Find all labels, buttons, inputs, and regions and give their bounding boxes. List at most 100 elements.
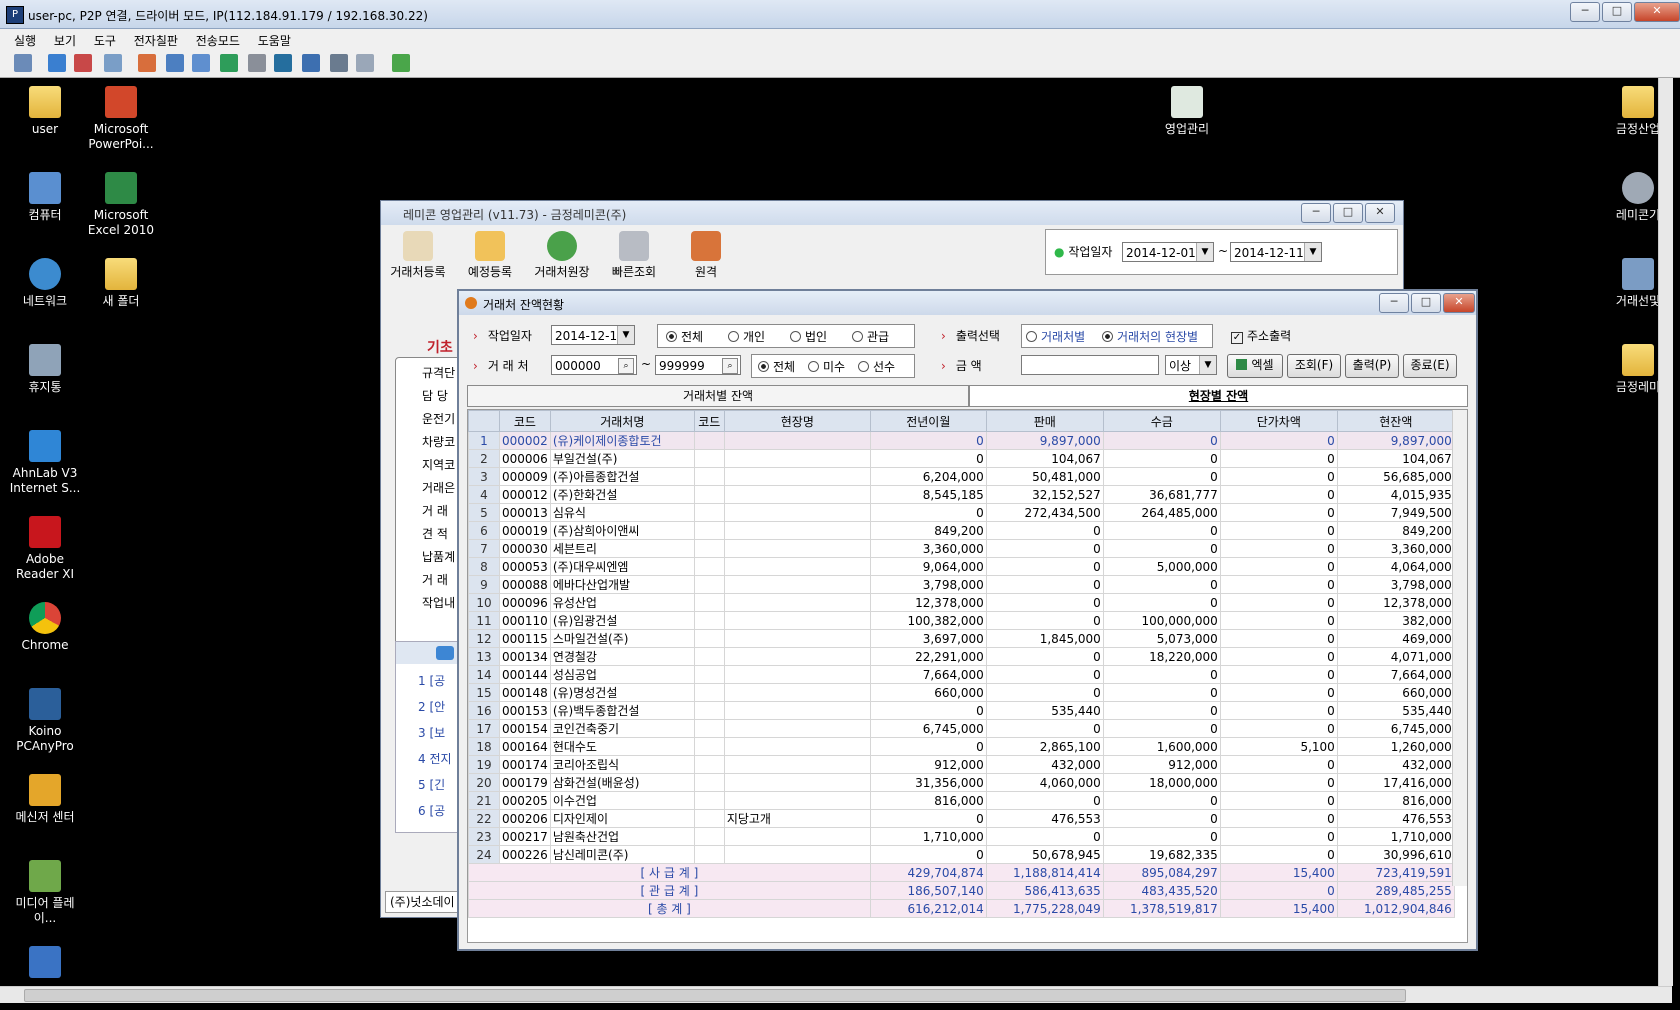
column-header[interactable]: 단가차액: [1219, 410, 1338, 432]
row-number-cell[interactable]: 15: [468, 683, 500, 702]
table-cell[interactable]: 현대수도: [549, 737, 695, 756]
grid-vertical-scrollbar[interactable]: [1452, 410, 1467, 886]
table-cell[interactable]: [693, 521, 725, 540]
row-number-cell[interactable]: 5: [468, 503, 500, 522]
table-cell[interactable]: 7,664,000: [869, 665, 987, 684]
table-cell[interactable]: 0: [985, 665, 1104, 684]
table-cell[interactable]: [693, 809, 725, 828]
table-cell[interactable]: 7,664,000: [1336, 665, 1455, 684]
close-dialog-button[interactable]: 종료(E): [1403, 354, 1457, 378]
query-button[interactable]: 조회(F): [1287, 354, 1341, 378]
table-cell[interactable]: 0: [869, 503, 987, 522]
date-to-select[interactable]: 2014-12-11 ▼: [1230, 242, 1322, 262]
client-from-input[interactable]: 000000 ⌕: [551, 355, 637, 375]
table-cell[interactable]: 디자인제이: [549, 809, 695, 828]
table-cell[interactable]: (유)백두종합건설: [549, 701, 695, 720]
tool-icon-13[interactable]: [356, 54, 374, 72]
table-cell[interactable]: 000174: [499, 755, 551, 774]
table-cell[interactable]: [723, 665, 871, 684]
table-cell[interactable]: 264,485,000: [1102, 503, 1221, 522]
row-number-cell[interactable]: 21: [468, 791, 500, 810]
table-cell[interactable]: 0: [869, 737, 987, 756]
table-cell[interactable]: [693, 755, 725, 774]
table-cell[interactable]: 0: [869, 701, 987, 720]
table-cell[interactable]: 6,745,000: [1336, 719, 1455, 738]
tool-icon-11[interactable]: [302, 54, 320, 72]
table-cell[interactable]: 심유식: [549, 503, 695, 522]
table-cell[interactable]: 스마일건설(주): [549, 629, 695, 648]
table-cell[interactable]: 0: [1102, 431, 1221, 450]
tool-icon-7[interactable]: [192, 54, 210, 72]
output-by-client-radio[interactable]: 거래처별: [1026, 328, 1085, 345]
table-cell[interactable]: 816,000: [869, 791, 987, 810]
table-cell[interactable]: 12,378,000: [1336, 593, 1455, 612]
table-cell[interactable]: 000153: [499, 701, 551, 720]
table-cell[interactable]: 성심공업: [549, 665, 695, 684]
table-cell[interactable]: 0: [1219, 755, 1338, 774]
table-cell[interactable]: 0: [1102, 449, 1221, 468]
table-row[interactable]: 20 000179 삼화건설(배윤성) 31,356,000 4,060,000 18,0…: [468, 773, 1455, 792]
table-cell[interactable]: [693, 647, 725, 666]
kind-public-radio[interactable]: 관급: [852, 328, 889, 345]
table-cell[interactable]: 000154: [499, 719, 551, 738]
row-number-cell[interactable]: 14: [468, 665, 500, 684]
row-number-cell[interactable]: 8: [468, 557, 500, 576]
table-cell[interactable]: [693, 791, 725, 810]
table-cell[interactable]: [693, 557, 725, 576]
kind-individual-radio[interactable]: 개인: [728, 328, 765, 345]
table-cell[interactable]: (주)한화건설: [549, 485, 695, 504]
table-cell[interactable]: 4,015,935: [1336, 485, 1455, 504]
table-cell[interactable]: [693, 611, 725, 630]
table-cell[interactable]: 세븐트리: [549, 539, 695, 558]
table-row[interactable]: 13 000134 연경철강 22,291,000 0 18,220,000 0 4,071,…: [468, 647, 1455, 666]
table-cell[interactable]: 50,678,945: [985, 845, 1104, 864]
table-cell[interactable]: 0: [985, 791, 1104, 810]
schedule-register-button[interactable]: 예정등록: [457, 231, 523, 280]
table-cell[interactable]: 0: [1102, 467, 1221, 486]
table-cell[interactable]: 660,000: [869, 683, 987, 702]
table-cell[interactable]: [723, 449, 871, 468]
excel-button[interactable]: 엑셀: [1227, 354, 1283, 378]
desktop-icon-excel[interactable]: Microsoft Excel 2010: [81, 172, 161, 238]
table-cell[interactable]: 코리아조립식: [549, 755, 695, 774]
row-number-cell[interactable]: 9: [468, 575, 500, 594]
table-cell[interactable]: 0: [1219, 467, 1338, 486]
row-number-cell[interactable]: 4: [468, 485, 500, 504]
desktop-icon-new-folder[interactable]: 새 폴더: [81, 258, 161, 309]
scroll-thumb[interactable]: [24, 989, 1406, 1002]
table-cell[interactable]: 0: [985, 575, 1104, 594]
table-row[interactable]: 19 000174 코리아조립식 912,000 432,000 912,000 0 432,…: [468, 755, 1455, 774]
row-number-cell[interactable]: 12: [468, 629, 500, 648]
table-cell[interactable]: [723, 827, 871, 846]
desktop-icon-powerpoint[interactable]: Microsoft PowerPoi...: [81, 86, 161, 152]
tool-icon-9[interactable]: [248, 54, 266, 72]
menu-transfer-mode[interactable]: 전송모드: [196, 32, 240, 49]
table-cell[interactable]: 000179: [499, 773, 551, 792]
table-cell[interactable]: [693, 431, 725, 450]
row-number-cell[interactable]: 10: [468, 593, 500, 612]
search-icon[interactable]: ⌕: [618, 358, 634, 374]
table-cell[interactable]: 0: [1219, 791, 1338, 810]
table-cell[interactable]: 0: [1219, 665, 1338, 684]
amount-condition-select[interactable]: 이상 ▼: [1165, 355, 1217, 375]
table-cell[interactable]: 3,360,000: [1336, 539, 1455, 558]
table-cell[interactable]: 연경철강: [549, 647, 695, 666]
table-cell[interactable]: 18,000,000: [1102, 773, 1221, 792]
table-row[interactable]: 7 000030 세븐트리 3,360,000 0 0 0 3,360,000: [468, 539, 1455, 558]
dialog-minimize-button[interactable]: ─: [1379, 293, 1409, 313]
table-cell[interactable]: (유)명성건설: [549, 683, 695, 702]
table-row[interactable]: 8 000053 (주)대우씨엔엠 9,064,000 0 5,000,000 0 4,064…: [468, 557, 1455, 576]
table-cell[interactable]: 000148: [499, 683, 551, 702]
table-cell[interactable]: 000134: [499, 647, 551, 666]
table-cell[interactable]: 0: [1102, 665, 1221, 684]
row-number-cell[interactable]: 22: [468, 809, 500, 828]
table-cell[interactable]: 535,440: [985, 701, 1104, 720]
client-register-button[interactable]: 거래처등록: [385, 231, 451, 280]
table-cell[interactable]: [723, 647, 871, 666]
table-cell[interactable]: [723, 683, 871, 702]
balance-all-radio[interactable]: 전체: [758, 358, 795, 375]
tool-icon-3[interactable]: [74, 54, 92, 72]
table-cell[interactable]: 104,067: [1336, 449, 1455, 468]
table-cell[interactable]: 남신레미콘(주): [549, 845, 695, 864]
table-cell[interactable]: 272,434,500: [985, 503, 1104, 522]
